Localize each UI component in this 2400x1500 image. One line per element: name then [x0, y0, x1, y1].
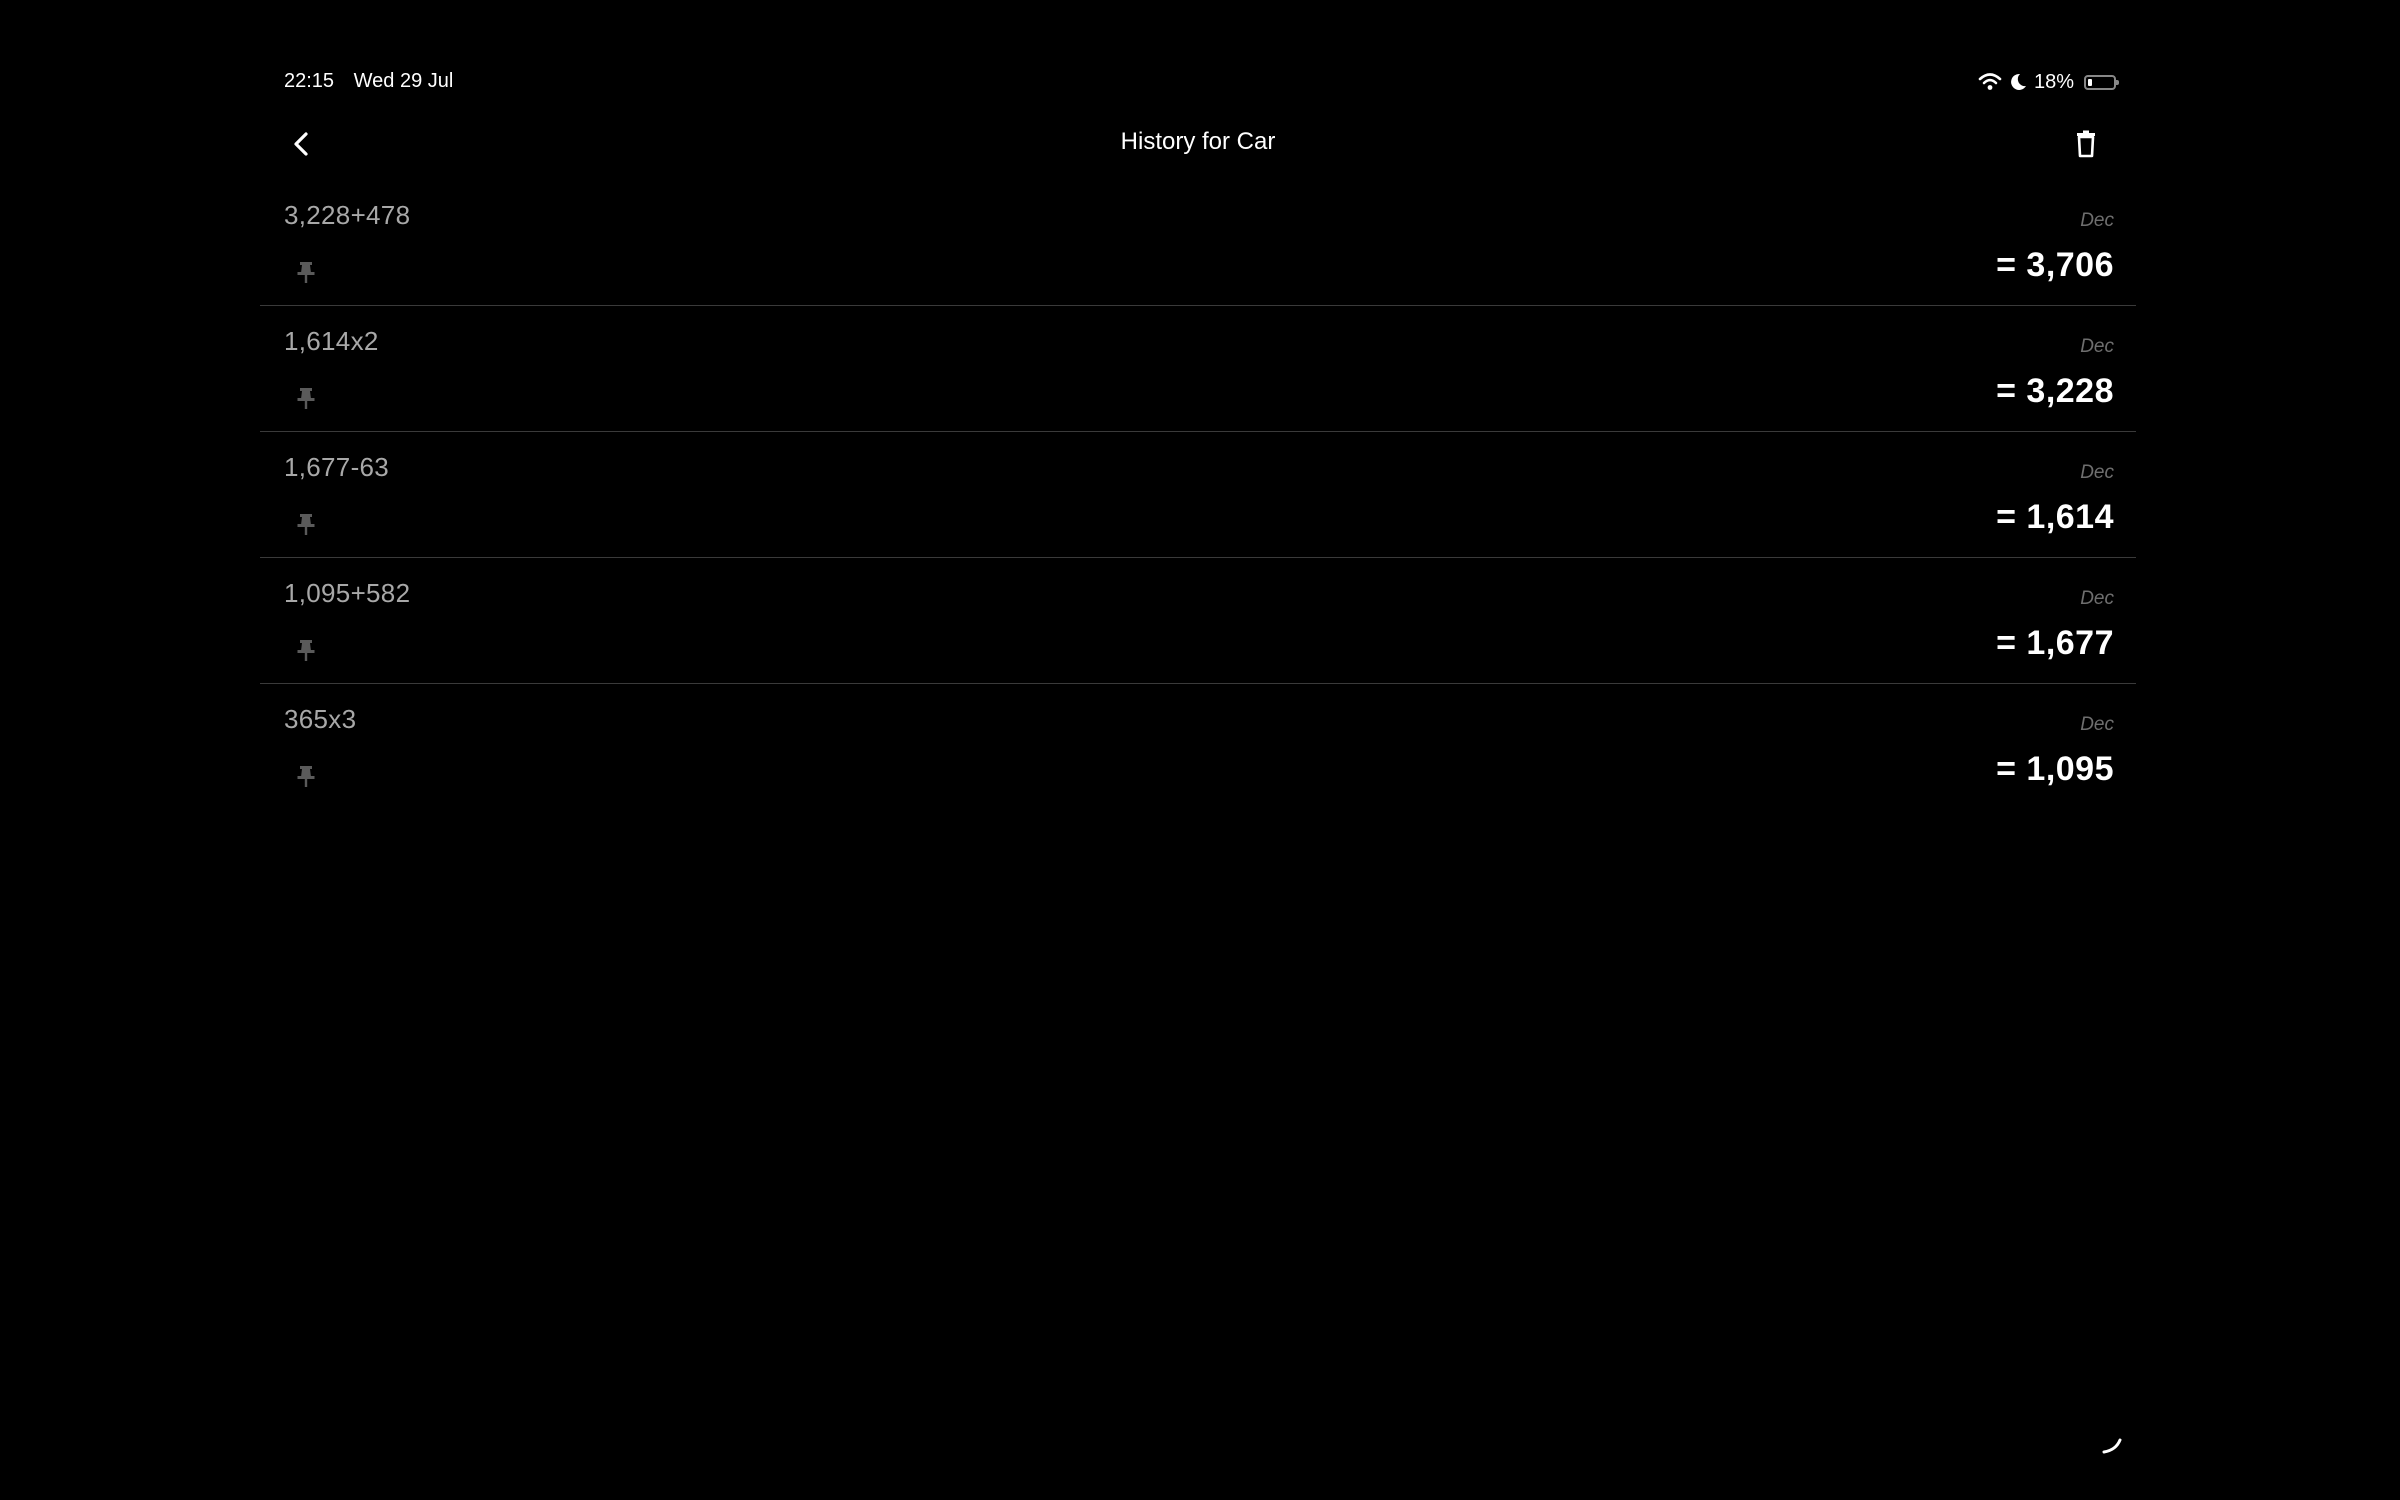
page-title: History for Car — [1120, 128, 1276, 155]
base-label: Dec — [2080, 210, 2114, 231]
trash-icon — [2077, 130, 2095, 158]
pin-icon[interactable] — [292, 510, 320, 538]
history-expression: 3,228+478 — [284, 200, 411, 230]
base-label: Dec — [2080, 588, 2114, 609]
status-time: 22:15 — [284, 70, 335, 92]
pin-icon[interactable] — [292, 258, 320, 286]
nav-bar: History for Car — [260, 118, 2136, 168]
base-label: Dec — [2080, 336, 2114, 357]
status-date: Wed 29 Jul — [353, 70, 454, 92]
battery-icon — [2084, 74, 2119, 90]
history-expression: 1,677-63 — [284, 452, 390, 482]
history-row[interactable]: 3,228+478 Dec = 3,706 — [260, 180, 2136, 306]
pin-icon[interactable] — [292, 384, 320, 412]
history-result: = 3,228 — [1996, 372, 2114, 410]
history-row[interactable]: 1,677-63 Dec = 1,614 — [260, 432, 2136, 558]
history-row[interactable]: 365x3 Dec = 1,095 — [260, 684, 2136, 809]
delete-history-button[interactable] — [2066, 124, 2106, 164]
history-result: = 1,677 — [1996, 624, 2114, 662]
base-label: Dec — [2080, 462, 2114, 483]
status-bar: 22:15 Wed 29 Jul 18% — [260, 66, 2119, 98]
history-row[interactable]: 1,095+582 Dec = 1,677 — [260, 558, 2136, 684]
history-expression: 1,095+582 — [284, 578, 411, 608]
status-datetime: 22:15 Wed 29 Jul — [284, 70, 453, 93]
battery-level — [2088, 78, 2092, 86]
history-row[interactable]: 1,614x2 Dec = 3,228 — [260, 306, 2136, 432]
status-indicators: 18% — [1978, 66, 2119, 98]
history-expression: 1,614x2 — [284, 326, 379, 356]
moon-icon — [2011, 73, 2026, 90]
history-screen: 22:15 Wed 29 Jul 18% History for Car 3,2… — [260, 0, 2136, 1500]
pin-icon[interactable] — [292, 762, 320, 790]
chevron-left-icon — [294, 132, 308, 156]
back-button[interactable] — [282, 124, 322, 164]
history-list: 3,228+478 Dec = 3,706 1,614x2 Dec = 3,22… — [260, 180, 2136, 809]
history-result: = 1,095 — [1996, 750, 2114, 788]
history-expression: 365x3 — [284, 704, 357, 734]
history-result: = 3,706 — [1996, 246, 2114, 284]
battery-percent: 18% — [2033, 70, 2074, 93]
history-result: = 1,614 — [1996, 498, 2114, 536]
base-label: Dec — [2080, 714, 2114, 735]
pin-icon[interactable] — [292, 636, 320, 664]
loading-spinner-icon — [2102, 1438, 2122, 1454]
wifi-icon — [1978, 73, 2002, 90]
